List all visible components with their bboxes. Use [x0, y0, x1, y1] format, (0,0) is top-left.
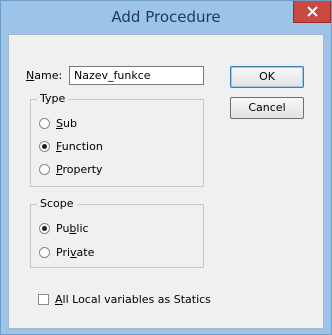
dialog-title: Add Procedure	[111, 8, 221, 26]
name-label: Name:	[26, 69, 63, 82]
radio-function-button[interactable]	[39, 141, 50, 152]
scope-group: Scope Public Private	[30, 197, 204, 268]
radio-function-label: Function	[56, 140, 103, 153]
close-icon	[307, 6, 318, 17]
dialog-body: Name: Nazev_funkce OK Cancel Type Sub Fu…	[8, 34, 324, 329]
radio-property-button[interactable]	[39, 164, 50, 175]
type-group: Type Sub Function Property	[30, 92, 204, 187]
radio-sub-button[interactable]	[39, 118, 50, 129]
radio-property-label: Property	[56, 163, 103, 176]
cancel-button[interactable]: Cancel	[230, 97, 304, 119]
type-group-legend: Type	[37, 92, 69, 105]
close-button[interactable]	[293, 1, 331, 23]
statics-checkbox[interactable]	[38, 294, 49, 305]
scope-group-legend: Scope	[37, 197, 77, 210]
name-input[interactable]: Nazev_funkce	[69, 66, 204, 85]
statics-checkbox-label: All Local variables as Statics	[55, 293, 211, 306]
ok-button[interactable]: OK	[230, 66, 304, 88]
radio-private-button[interactable]	[39, 247, 50, 258]
title-bar: Add Procedure	[1, 1, 331, 34]
radio-public-button[interactable]	[39, 223, 50, 234]
add-procedure-dialog: Add Procedure Name: Nazev_funkce OK Canc…	[0, 0, 332, 335]
radio-sub-label: Sub	[56, 117, 77, 130]
radio-private-label: Private	[56, 246, 95, 259]
radio-public-label: Public	[56, 222, 89, 235]
